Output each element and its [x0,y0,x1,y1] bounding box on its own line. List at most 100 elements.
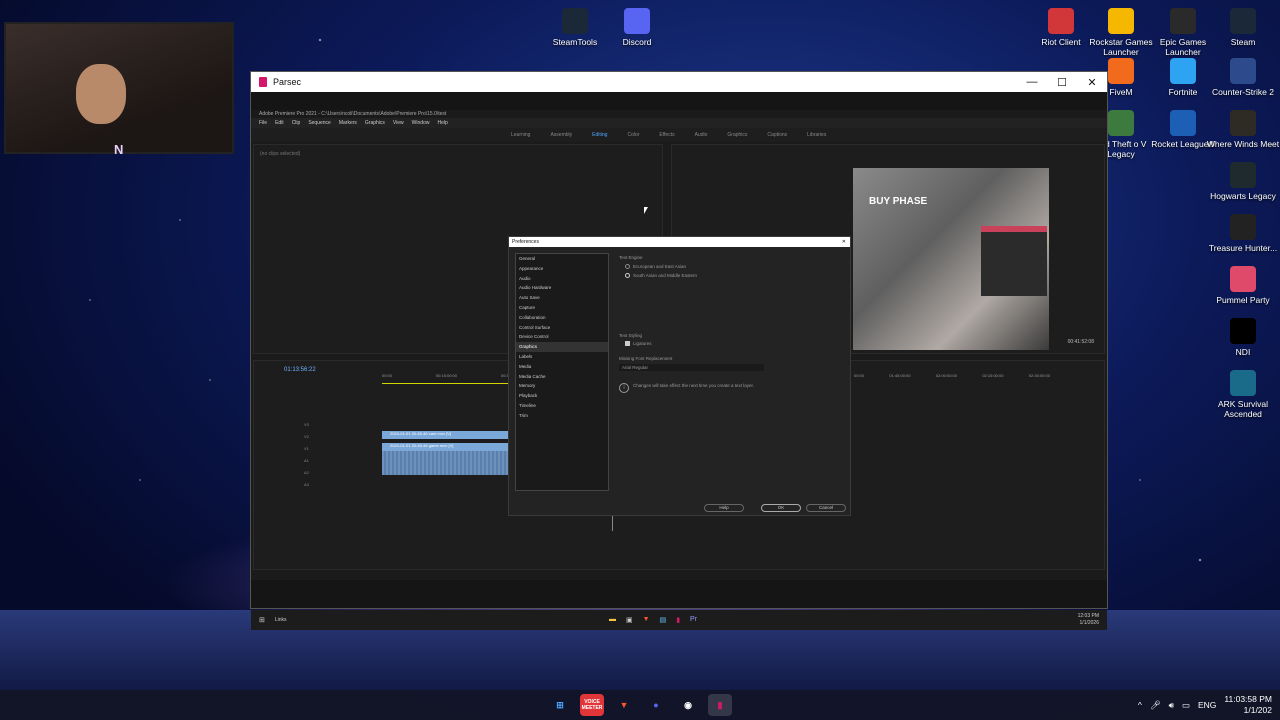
voicemeeter-app[interactable]: VOICE MEETER [580,694,604,716]
track-v2[interactable]: V2 [304,431,309,443]
pref-cat-media-cache[interactable]: Media Cache [516,372,608,382]
minimize-button[interactable]: — [1017,76,1047,89]
riot-icon [1048,8,1074,34]
track-a2[interactable]: A2 [304,467,309,479]
discord-app[interactable]: ● [644,694,668,716]
brave-app[interactable]: ▼ [612,694,636,716]
preferences-category-list[interactable]: General Appearance Audio Audio Hardware … [515,253,609,491]
brave-icon[interactable]: ▼ [643,616,650,624]
clip-cam[interactable]: 2024-01-01 20-45-46 cam.mov [V] [382,431,508,439]
ndi-icon [1230,318,1256,344]
pref-cat-playback[interactable]: Playback [516,391,608,401]
ws-effects[interactable]: Effects [659,132,674,138]
volume-icon[interactable]: 🔊︎ [1169,700,1174,711]
ligatures-checkbox[interactable]: Ligatures [625,341,844,346]
menu-clip[interactable]: Clip [292,120,301,126]
menu-graphics[interactable]: Graphics [365,120,385,126]
chevron-up-icon[interactable]: ^ [1138,700,1142,710]
engine-option-1[interactable]: Ecuropean and East Asian [625,264,844,269]
ws-graphics[interactable]: Graphics [727,132,747,138]
pref-cat-audio[interactable]: Audio [516,274,608,284]
ws-color[interactable]: Color [627,132,639,138]
maximize-button[interactable]: ☐ [1047,76,1077,89]
parsec-titlebar[interactable]: Parsec — ☐ ✕ [251,72,1107,92]
remote-start-icon[interactable]: ⊞ [259,616,265,624]
menu-window[interactable]: Window [412,120,430,126]
menu-markers[interactable]: Markers [339,120,357,126]
close-button[interactable]: ✕ [1077,76,1107,89]
desktop-shortcut[interactable]: ARK Survival Ascended [1206,370,1280,419]
pref-cat-general[interactable]: General [516,254,608,264]
menu-help[interactable]: Help [437,120,447,126]
preferences-titlebar[interactable]: Preferences ✕ [509,237,850,247]
desktop-shortcut[interactable]: NDI [1206,318,1280,357]
cancel-button[interactable]: Cancel [806,504,846,512]
remote-date: 1/1/2026 [1079,620,1099,626]
desktop-shortcut-label: Pummel Party [1216,295,1270,305]
premiere-icon[interactable]: Pr [690,616,697,624]
pref-cat-control-surface[interactable]: Control Surface [516,323,608,333]
desktop-shortcut[interactable]: Hogwarts Legacy [1206,162,1280,201]
explorer-icon[interactable]: ▤ [660,616,667,624]
desktop-shortcut[interactable]: Treasure Hunter... [1206,214,1280,253]
ruler-tick: 00:00 [854,373,865,378]
ws-libraries[interactable]: Libraries [807,132,826,138]
desktop-shortcut[interactable]: Steam [1206,8,1280,47]
pref-cat-trim[interactable]: Trim [516,411,608,421]
ws-editing[interactable]: Editing [592,132,607,138]
language-indicator[interactable]: ENG [1198,700,1216,710]
obs-app[interactable]: ◉ [676,694,700,716]
battery-icon[interactable]: ▭ [1182,700,1190,711]
menu-sequence[interactable]: Sequence [308,120,331,126]
menu-file[interactable]: File [259,120,267,126]
desktop-shortcut[interactable]: Pummel Party [1206,266,1280,305]
track-v3[interactable]: V3 [304,419,309,431]
folder-icon[interactable]: ▬ [609,616,616,624]
ws-learning[interactable]: Learning [511,132,530,138]
help-button[interactable]: Help [704,504,744,512]
remote-links[interactable]: Links [275,617,287,623]
menu-view[interactable]: View [393,120,404,126]
taskbar-clock[interactable]: 11:03:58 PM 1/1/202 [1224,694,1272,716]
pref-cat-appearance[interactable]: Appearance [516,264,608,274]
desktop-shortcut[interactable]: Discord [600,8,674,47]
parsec-app[interactable]: ▮ [708,694,732,716]
treasure-hunter-icon [1230,214,1256,240]
clip-game[interactable]: 2024-01-01 20-45-46 game.mov [V] [382,443,508,451]
desktop-shortcut-label: Where Winds Meet [1206,139,1280,149]
parsec-icon[interactable]: ▮ [676,616,680,624]
pref-cat-graphics[interactable]: Graphics [516,342,608,352]
ws-audio[interactable]: Audio [695,132,708,138]
pref-cat-device-control[interactable]: Device Control [516,332,608,342]
desktop-shortcut-label: Treasure Hunter... [1208,243,1278,253]
preferences-dialog[interactable]: Preferences ✕ General Appearance Audio A… [508,236,851,516]
missing-font-select[interactable]: Arial Regular [619,364,764,371]
menu-edit[interactable]: Edit [275,120,284,126]
pref-cat-timeline[interactable]: Timeline [516,401,608,411]
close-icon[interactable]: ✕ [842,239,850,245]
store-icon[interactable]: ▣ [626,616,633,624]
engine-option-2[interactable]: South Asian and Middle Eastern [625,273,844,278]
pref-cat-memory[interactable]: Memory [516,381,608,391]
track-v1[interactable]: V1 [304,443,309,455]
parsec-window[interactable]: Parsec — ☐ ✕ Adobe Premiere Pro 2021 - C… [250,71,1108,630]
track-a1[interactable]: A1 [304,455,309,467]
system-tray: ^ 🎤︎ 🔊︎ ▭ ENG 11:03:58 PM 1/1/202 [1138,694,1272,716]
pref-cat-auto-save[interactable]: Auto Save [516,293,608,303]
pref-cat-labels[interactable]: Labels [516,352,608,362]
track-a3[interactable]: A3 [304,479,309,491]
premiere-titlebar: Adobe Premiere Pro 2021 - C:\Users\ncoli… [251,110,1107,118]
microphone-icon[interactable]: 🎤︎ [1150,700,1161,711]
premiere-remote[interactable]: Adobe Premiere Pro 2021 - C:\Users\ncoli… [251,110,1107,630]
ws-assembly[interactable]: Assembly [550,132,572,138]
pref-cat-collaboration[interactable]: Collaboration [516,313,608,323]
pref-cat-audio-hardware[interactable]: Audio Hardware [516,283,608,293]
pref-cat-capture[interactable]: Capture [516,303,608,313]
ruler-tick: 02:00:00:00 [935,373,957,378]
start-button[interactable]: ⊞ [548,694,572,716]
ok-button[interactable]: OK [761,504,801,512]
desktop-shortcut[interactable]: Where Winds Meet [1206,110,1280,149]
pref-cat-media[interactable]: Media [516,362,608,372]
desktop-shortcut[interactable]: Counter-Strike 2 [1206,58,1280,97]
ws-captions[interactable]: Captions [767,132,787,138]
